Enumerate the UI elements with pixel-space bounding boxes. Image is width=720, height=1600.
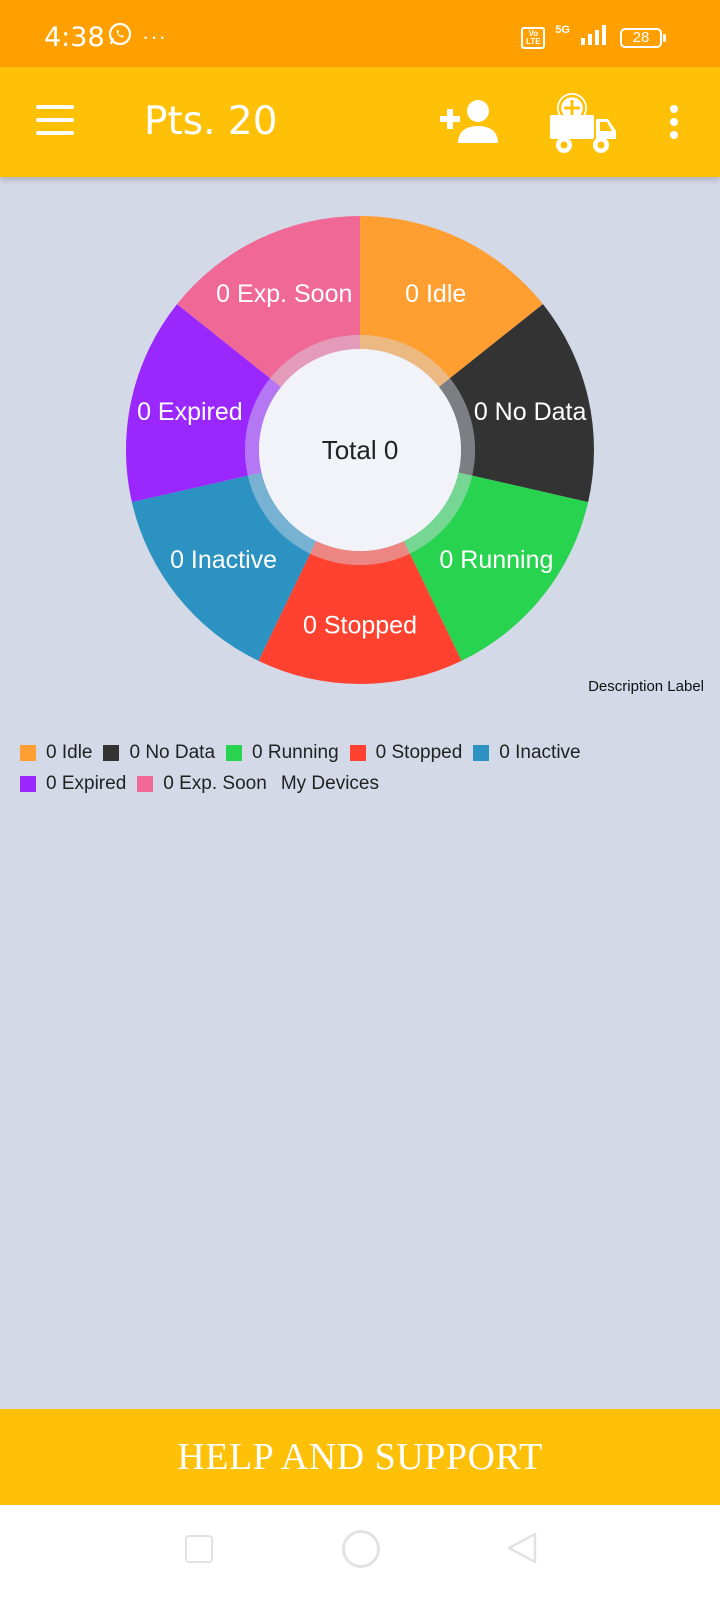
page-title: Pts. 20 (144, 99, 278, 144)
help-and-support-label: HELP AND SUPPORT (177, 1436, 543, 1478)
app-bar: Pts. 20 (0, 67, 720, 177)
legend-item-running: 0 Running (226, 742, 339, 764)
menu-icon[interactable] (36, 105, 76, 137)
recent-apps-icon[interactable] (185, 1535, 213, 1563)
legend-swatch (226, 744, 243, 761)
legend-label: 0 Inactive (499, 741, 581, 763)
legend-swatch (473, 744, 490, 761)
legend-label: 0 Idle (46, 741, 93, 763)
slice-label-idle: 0 Idle (405, 280, 466, 308)
whatsapp-icon (108, 22, 132, 51)
legend-label: 0 Stopped (375, 741, 463, 763)
legend-item-expired: 0 Expired (20, 773, 126, 795)
legend-swatch (349, 744, 366, 761)
help-and-support-button[interactable]: HELP AND SUPPORT (0, 1409, 720, 1505)
battery-icon: 28 (620, 27, 666, 48)
legend-label: 0 Running (252, 741, 339, 763)
slice-label-stopped: 0 Stopped (303, 612, 417, 640)
legend-swatch (103, 744, 120, 761)
slice-label-expired: 0 Expired (137, 398, 243, 426)
add-vehicle-icon[interactable] (550, 89, 618, 157)
device-status-chart: 0 Idle 0 No Data 0 Running 0 Stopped 0 Inact… (126, 216, 594, 684)
slice-label-exp-soon: 0 Exp. Soon (216, 280, 352, 308)
center-total-label: Total 0 (322, 435, 399, 465)
chart-description: Description Label (588, 678, 704, 695)
network-type: 5G (555, 23, 570, 36)
legend-item-no-data: 0 No Data (103, 742, 215, 764)
legend-item-exp-soon: 0 Exp. Soon (137, 773, 267, 795)
slice-label-inactive: 0 Inactive (170, 546, 277, 574)
legend-label: 0 Expired (46, 772, 127, 794)
signal-icon (580, 24, 610, 51)
legend-item-idle: 0 Idle (20, 742, 92, 764)
system-nav-bar (0, 1505, 720, 1600)
back-icon[interactable] (506, 1532, 538, 1564)
legend-row: 0 Expired 0 Exp. Soon My Devices (20, 768, 700, 799)
legend-swatch (20, 775, 36, 792)
chart-legend: 0 Idle 0 No Data 0 Running 0 Stopped 0 I… (20, 737, 700, 799)
legend-swatch (137, 775, 154, 792)
status-time: 4:38 (44, 22, 105, 53)
legend-label: 0 Exp. Soon (163, 772, 267, 794)
more-vert-icon[interactable] (664, 105, 684, 143)
volte-icon: Vo LTE (521, 26, 546, 49)
legend-title: My Devices (280, 772, 379, 794)
add-user-icon[interactable] (440, 97, 504, 147)
more-notifications: ··· (142, 23, 167, 49)
slice-label-running: 0 Running (439, 546, 553, 574)
status-notifications: ··· (108, 22, 167, 51)
legend-item-stopped: 0 Stopped (349, 741, 463, 764)
legend-label: 0 No Data (129, 741, 216, 763)
legend-item-inactive: 0 Inactive (473, 741, 581, 764)
donut-chart-svg: 0 Idle 0 No Data 0 Running 0 Stopped 0 Inact… (126, 216, 594, 684)
status-system: Vo LTE 5G 28 (521, 23, 666, 51)
legend-row: 0 Idle 0 No Data 0 Running 0 Stopped 0 I… (20, 737, 700, 768)
legend-swatch (20, 744, 36, 761)
slice-label-no-data: 0 No Data (474, 398, 587, 426)
status-bar: 4:38 ··· Vo LTE 5G 28 (0, 0, 720, 67)
home-icon[interactable] (342, 1530, 380, 1568)
